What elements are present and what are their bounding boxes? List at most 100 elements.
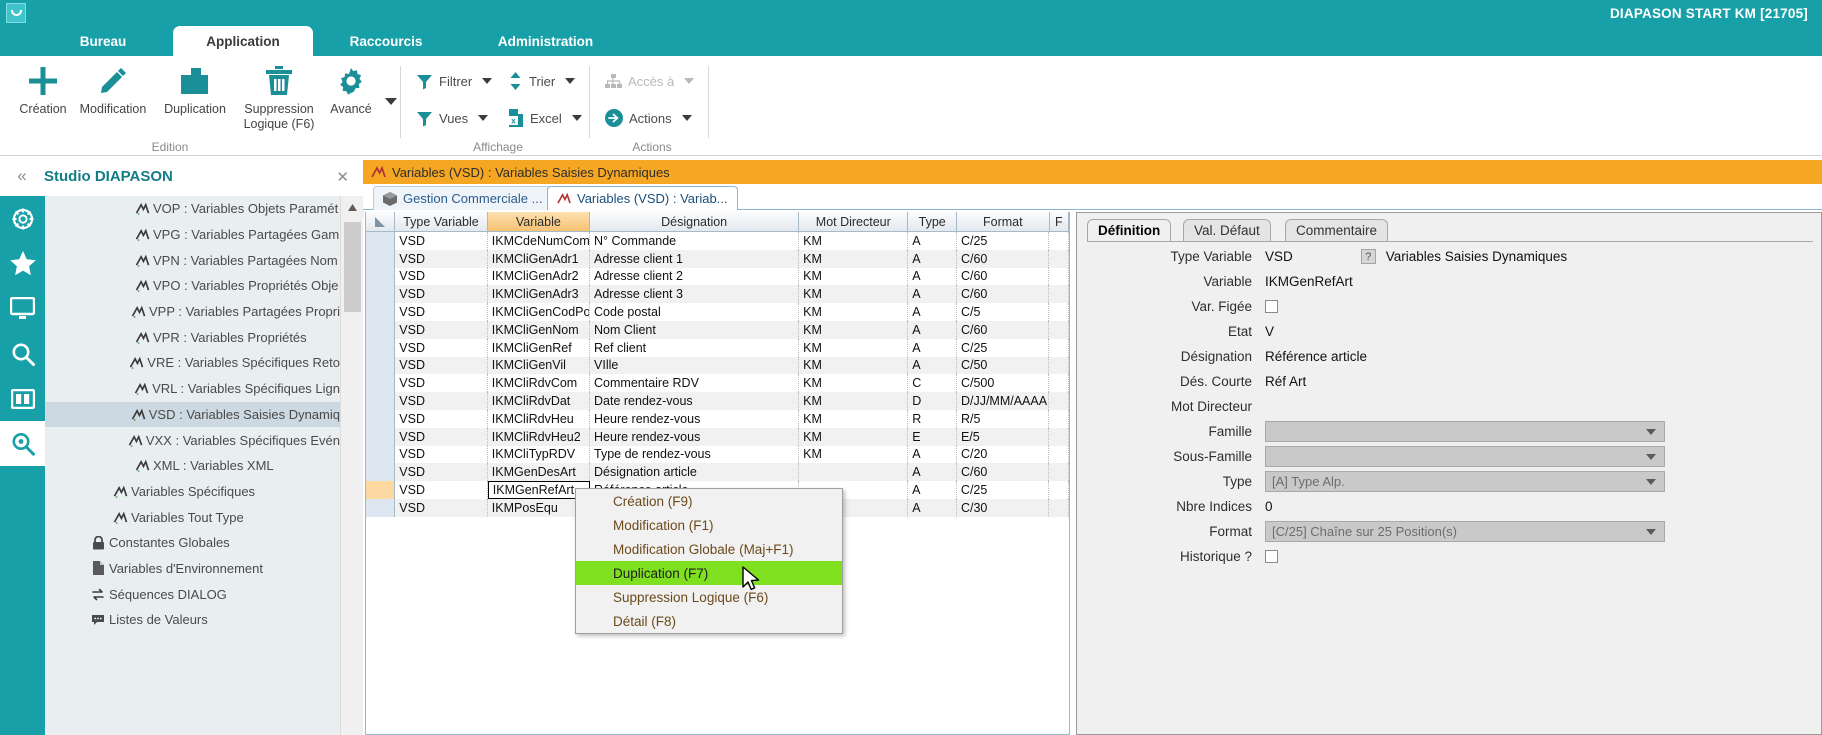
tree-item[interactable]: Séquences DIALOG (45, 581, 340, 607)
grid-column-header[interactable]: F (1050, 212, 1070, 232)
scrollbar-thumb[interactable] (344, 222, 361, 312)
rail-item-locate-search[interactable] (0, 421, 45, 466)
grid-cell[interactable]: IKMCliRdvCom (488, 374, 590, 392)
grid-row-header[interactable] (366, 285, 395, 303)
detail-field-combobox[interactable] (1265, 446, 1665, 467)
acces-a-chevron-down-icon[interactable] (684, 78, 694, 84)
grid-cell[interactable]: C/60 (957, 250, 1050, 268)
grid-cell[interactable]: C/30 (957, 499, 1050, 517)
ribbon-tab-bureau[interactable]: Bureau (33, 26, 173, 56)
tree-item[interactable]: VXX : Variables Spécifiques Evén (45, 427, 340, 453)
rail-item-search[interactable] (0, 331, 45, 376)
grid-cell[interactable]: A (908, 321, 957, 339)
grid-cell[interactable] (1049, 250, 1069, 268)
rail-item-panels[interactable] (0, 376, 45, 421)
grid-cell[interactable]: A (908, 499, 957, 517)
grid-cell[interactable]: C/5 (957, 303, 1050, 321)
grid-row-header[interactable] (366, 268, 395, 286)
rail-item-monitor[interactable] (0, 286, 45, 331)
grid-cell[interactable]: C/25 (957, 339, 1050, 357)
modification-button[interactable]: Modification (70, 62, 156, 138)
grid-cell[interactable]: C/50 (957, 357, 1050, 375)
grid-cell[interactable]: VSD (395, 374, 488, 392)
grid-cell[interactable]: C/20 (957, 446, 1050, 464)
grid-cell[interactable]: IKMCliGenAdr2 (488, 268, 590, 286)
tree-item[interactable]: XML : Variables XML (45, 453, 340, 479)
grid-row[interactable]: VSDIKMGenDesArtDésignation articleAC/60 (366, 463, 1069, 481)
grid-cell[interactable]: Désignation article (590, 463, 799, 481)
question-icon[interactable]: ? (1361, 249, 1376, 264)
tree-item[interactable]: Variables Spécifiques (45, 479, 340, 505)
grid-row[interactable]: VSDIKMCliGenRefRef clientKMAC/25 (366, 339, 1069, 357)
context-menu-item[interactable]: Suppression Logique (F6) (576, 585, 842, 609)
actions-chevron-down-icon[interactable] (682, 115, 692, 121)
grid-cell[interactable]: R (908, 410, 957, 428)
suppression-logique-button[interactable]: Suppression Logique (F6) (236, 62, 322, 138)
grid-row-header[interactable] (366, 232, 395, 250)
detail-field-combobox[interactable] (1265, 421, 1665, 442)
tree-item[interactable]: VRL : Variables Spécifiques Lign (45, 376, 340, 402)
grid-cell[interactable] (1049, 232, 1069, 250)
grid-row[interactable]: VSDIKMCliGenAdr2Adresse client 2KMAC/60 (366, 268, 1069, 286)
grid-cell[interactable]: Adresse client 1 (590, 250, 799, 268)
tree-item[interactable]: Constantes Globales (45, 530, 340, 556)
grid-row-header[interactable] (366, 392, 395, 410)
grid-row-header[interactable] (366, 446, 395, 464)
grid-cell[interactable]: C/60 (957, 268, 1050, 286)
grid-cell[interactable]: IKMCliGenCodPos (488, 303, 590, 321)
grid-cell[interactable]: C/60 (957, 285, 1050, 303)
grid-cell[interactable]: A (908, 446, 957, 464)
tree-item[interactable]: VSD : Variables Saisies Dynamiq (45, 402, 340, 428)
context-menu-item[interactable]: Création (F9) (576, 489, 842, 513)
rail-item-favorites[interactable] (0, 241, 45, 286)
grid-row[interactable]: VSDIKMCliGenVilVIlleKMAC/50 (366, 357, 1069, 375)
grid-row-header[interactable] (366, 410, 395, 428)
grid-cell[interactable]: IKMCliRdvHeu (488, 410, 590, 428)
grid-row-header[interactable] (366, 357, 395, 375)
grid-corner-header[interactable] (366, 212, 395, 232)
grid-cell[interactable]: Heure rendez-vous (590, 410, 799, 428)
grid-column-header[interactable]: Format (957, 212, 1050, 232)
grid-row-header[interactable] (366, 499, 395, 517)
grid-cell[interactable]: A (908, 303, 957, 321)
grid-cell[interactable]: D/JJ/MM/AAAA (957, 392, 1050, 410)
grid-cell[interactable]: VSD (395, 481, 487, 499)
grid-cell[interactable] (1049, 303, 1069, 321)
grid-cell[interactable] (1049, 428, 1069, 446)
grid-cell[interactable]: VSD (395, 446, 488, 464)
grid-body[interactable]: VSDIKMCdeNumComN° CommandeKMAC/25VSDIKMC… (366, 232, 1069, 517)
grid-cell[interactable]: D (908, 392, 957, 410)
detail-field-checkbox[interactable] (1265, 550, 1278, 563)
grid-cell[interactable]: VSD (395, 232, 488, 250)
duplication-button[interactable]: Duplication (152, 62, 238, 138)
grid-cell[interactable]: Adresse client 3 (590, 285, 799, 303)
grid-cell[interactable]: VSD (395, 250, 488, 268)
actions-button[interactable]: Actions (605, 103, 692, 133)
rail-item-settings-wheel[interactable] (0, 196, 45, 241)
grid-cell[interactable]: IKMCliGenRef (488, 339, 590, 357)
avance-button[interactable]: Avancé (320, 62, 382, 138)
grid-cell[interactable]: Commentaire RDV (590, 374, 799, 392)
ribbon-tab-application[interactable]: Application (173, 26, 313, 56)
grid-cell[interactable]: VSD (395, 410, 488, 428)
grid-cell[interactable]: C/60 (957, 321, 1050, 339)
grid-cell[interactable]: R/5 (957, 410, 1050, 428)
grid-cell[interactable]: VSD (395, 357, 488, 375)
grid-cell[interactable]: VSD (395, 499, 488, 517)
doc-tab-variables-vsd[interactable]: Variables (VSD) : Variab... (547, 186, 738, 210)
grid-cell[interactable]: A (908, 285, 957, 303)
grid-cell[interactable]: A (908, 357, 957, 375)
grid-row-header[interactable] (366, 250, 395, 268)
grid-cell[interactable] (1049, 357, 1069, 375)
grid-cell[interactable] (1049, 321, 1069, 339)
vues-button[interactable]: Vues (416, 103, 488, 133)
tree-item[interactable]: VPG : Variables Partagées Gam (45, 222, 340, 248)
filtrer-chevron-down-icon[interactable] (482, 78, 492, 84)
grid-row[interactable]: VSDIKMCliRdvHeu2Heure rendez-vousKMEE/5 (366, 428, 1069, 446)
grid-cell[interactable]: C/25 (957, 232, 1050, 250)
grid-cell[interactable]: KM (799, 321, 908, 339)
grid-cell[interactable]: C/60 (957, 463, 1050, 481)
tree-scrollbar[interactable] (340, 196, 363, 735)
trier-chevron-down-icon[interactable] (565, 78, 575, 84)
acces-a-button[interactable]: Accès à (605, 66, 694, 96)
